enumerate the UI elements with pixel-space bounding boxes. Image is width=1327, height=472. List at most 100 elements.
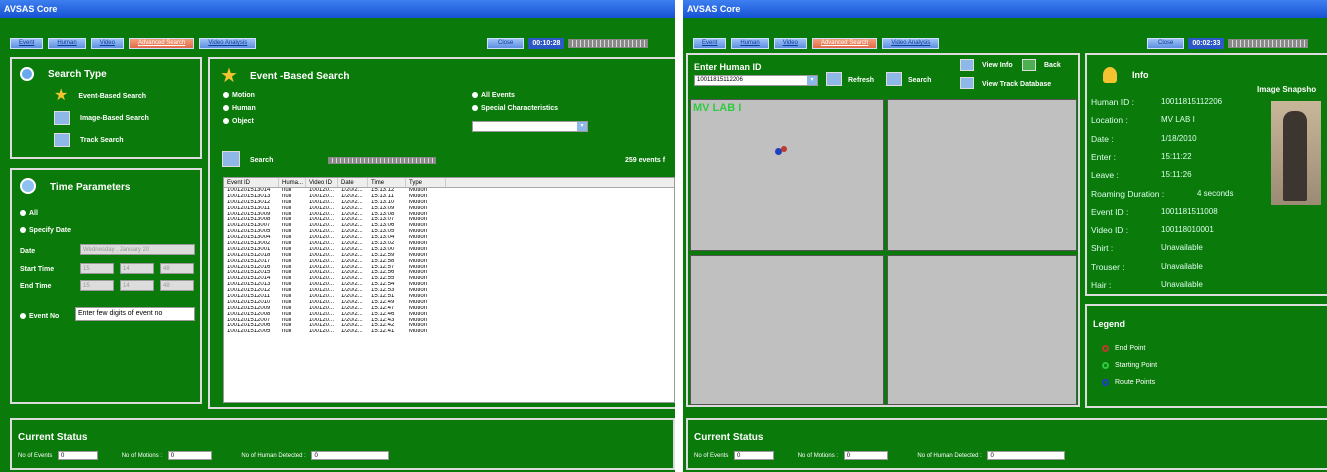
all-label: All [29, 210, 38, 217]
view-track-database-button[interactable]: View Track Database [982, 81, 1051, 88]
timer: 00:10:28 [528, 38, 565, 49]
human-radio[interactable]: Human [223, 105, 256, 112]
close-button[interactable]: Close [1147, 38, 1185, 49]
right-window: AVSAS Core Event Human Video Advanced Se… [683, 0, 1327, 472]
humans-count: 0 [987, 451, 1066, 460]
menu-human[interactable]: Human [48, 38, 86, 49]
motion-radio[interactable]: Motion [223, 92, 255, 99]
col-time[interactable]: Time [368, 178, 406, 187]
image-based-search-option[interactable]: Image-Based Search [54, 111, 149, 125]
legend-item: End Point [1102, 345, 1145, 352]
track-search-option[interactable]: Track Search [54, 133, 124, 147]
menu-event[interactable]: Event [10, 38, 44, 49]
progress-bar [568, 39, 649, 48]
start-hour-select[interactable]: 15 [80, 263, 114, 274]
humans-count: 0 [311, 451, 390, 460]
title-bar: AVSAS Core [683, 0, 1327, 18]
legend-label: Route Points [1115, 379, 1156, 386]
results-table[interactable]: Event ID Huma... Video ID Date Time Type… [223, 177, 675, 403]
table-cell: 1/20/2... [341, 329, 363, 335]
chevron-down-icon: ▾ [807, 76, 817, 85]
info-value: 100118010001 [1161, 225, 1214, 235]
video-cell-3[interactable] [690, 255, 884, 405]
start-minute-select[interactable]: 14 [120, 263, 154, 274]
table-cell: 100120... [309, 329, 335, 335]
left-window: AVSAS Core Event Human Video Advanced Se… [0, 0, 675, 472]
menu-bar: Event Human Video Advanced Search Video … [10, 38, 257, 50]
search-button[interactable]: Search [250, 157, 273, 164]
legend-marker-icon [1102, 345, 1109, 352]
video-cell-2[interactable] [887, 99, 1077, 251]
event-based-search-option[interactable]: ★ Event-Based Search [54, 88, 146, 104]
end-minute-select[interactable]: 14 [120, 280, 154, 291]
menu-advanced-search[interactable]: Advanced Search [811, 38, 878, 49]
info-value: 1/18/2010 [1161, 133, 1197, 143]
col-human[interactable]: Huma... [279, 178, 306, 187]
end-second-select[interactable]: 48 [160, 280, 194, 291]
object-radio[interactable]: Object [223, 118, 254, 125]
col-event-id[interactable]: Event ID [224, 178, 279, 187]
search-icon[interactable] [886, 72, 902, 86]
refresh-button[interactable]: Refresh [848, 77, 874, 84]
menu-video[interactable]: Video [90, 38, 124, 49]
special-characteristics-radio[interactable]: Special Characteristics [472, 105, 558, 112]
legend-label: Starting Point [1115, 362, 1158, 369]
search-icon[interactable] [222, 151, 240, 167]
status-fields: No of Events 0 No of Motions : 0 No of H… [18, 451, 390, 460]
top-right-controls: Close 00:10:28 [487, 38, 649, 49]
info-value: Unavailable [1161, 280, 1203, 289]
info-value: 15:11:22 [1161, 151, 1192, 161]
current-status-title: Current Status [18, 432, 88, 443]
col-video-id[interactable]: Video ID [306, 178, 338, 187]
date-select[interactable]: Wednesday , January 20 [80, 244, 195, 255]
info-value: 1001181511008 [1161, 206, 1218, 216]
menu-video-analysis[interactable]: Video Analysis [199, 38, 257, 49]
humans-label: No of Human Detected : [241, 453, 306, 460]
event-search-title: Event -Based Search [250, 71, 350, 82]
menu-advanced-search[interactable]: Advanced Search [128, 38, 195, 49]
start-second-select[interactable]: 48 [160, 263, 194, 274]
motions-label: No of Motions : [797, 453, 839, 460]
refresh-icon[interactable] [826, 72, 842, 86]
search-type-panel: Search Type ★ Event-Based Search Image-B… [10, 57, 202, 159]
view-info-button[interactable]: View Info [982, 62, 1013, 69]
menu-video-analysis[interactable]: Video Analysis [882, 38, 940, 49]
col-date[interactable]: Date [338, 178, 368, 187]
info-label: Event ID : [1091, 206, 1129, 217]
table-row[interactable]: 1001201512005 null 100120... 1/20/2... 15:12… [224, 329, 674, 335]
human-id-select[interactable]: 10011815112206 ▾ [694, 75, 818, 86]
table-cell: 1001201512005 [227, 329, 271, 335]
event-no-radio[interactable]: Event No [20, 313, 59, 320]
back-button[interactable]: Back [1044, 62, 1061, 69]
search-button[interactable]: Search [908, 77, 931, 84]
chevron-down-icon: ▾ [577, 122, 587, 131]
all-events-radio[interactable]: All Events [472, 92, 515, 99]
all-radio[interactable]: All [20, 210, 38, 217]
characteristics-select[interactable]: ▾ [472, 121, 588, 132]
tracking-panel: Enter Human ID 10011815112206 ▾ Refresh … [686, 53, 1080, 407]
eye-icon[interactable] [960, 59, 974, 71]
table-cell: null [282, 329, 292, 335]
motion-label: Motion [232, 92, 255, 99]
info-label: Enter : [1091, 151, 1117, 162]
col-type[interactable]: Type [406, 178, 446, 187]
current-status-panel: Current Status No of Events 0 No of Moti… [686, 418, 1327, 470]
specify-date-radio[interactable]: Specify Date [20, 227, 71, 234]
track-search-label: Track Search [80, 136, 124, 144]
menu-event[interactable]: Event [693, 38, 727, 49]
time-parameters-title: Time Parameters [50, 182, 131, 193]
start-time-label: Start Time [20, 266, 55, 273]
table-body: 1001201513014 null 100120... 1/20/2... 15:13… [224, 188, 674, 335]
events-label: No of Events [18, 453, 53, 460]
menu-human[interactable]: Human [731, 38, 769, 49]
end-hour-select[interactable]: 15 [80, 280, 114, 291]
back-arrow-icon[interactable] [1022, 59, 1036, 71]
event-no-input[interactable]: Enter few digits of event no [75, 307, 195, 321]
info-label: Video ID : [1091, 225, 1129, 236]
database-icon[interactable] [960, 77, 974, 89]
video-cell-1[interactable]: MV LAB I [690, 99, 884, 251]
legend-marker-icon [1102, 362, 1109, 369]
video-cell-4[interactable] [887, 255, 1077, 405]
menu-video[interactable]: Video [773, 38, 807, 49]
close-button[interactable]: Close [487, 38, 525, 49]
